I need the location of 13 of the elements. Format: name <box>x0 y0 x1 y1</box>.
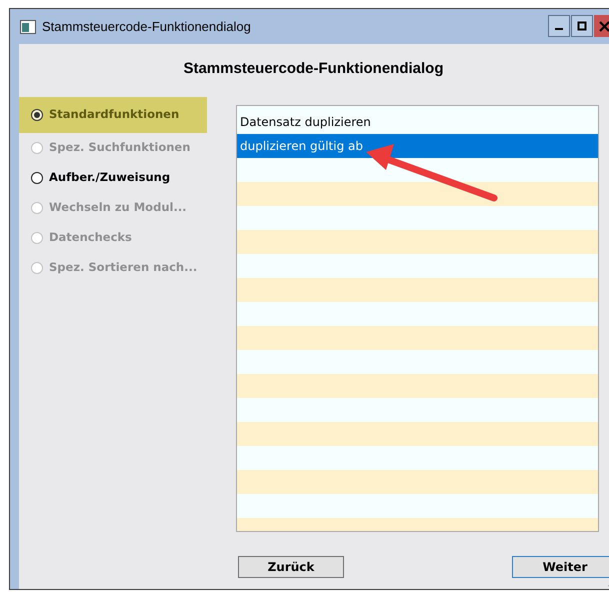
app-icon <box>20 20 36 34</box>
window-title: Stammsteuercode-Funktionendialog <box>42 18 251 36</box>
radio-option[interactable]: Aufber./Zuweisung <box>19 163 207 193</box>
close-icon <box>599 20 609 32</box>
minimize-button[interactable] <box>548 15 570 37</box>
radio-option[interactable]: Standardfunktionen <box>19 97 207 133</box>
maximize-button[interactable] <box>571 15 593 37</box>
maximize-icon <box>577 21 587 31</box>
nav-button[interactable]: Zurück <box>238 556 344 578</box>
dialog-heading: Stammsteuercode-Funktionendialog <box>183 58 444 79</box>
list-item[interactable]: duplizieren gültig ab <box>237 134 598 158</box>
minimize-icon <box>555 28 563 30</box>
nav-button[interactable]: Weiter <box>512 556 609 578</box>
